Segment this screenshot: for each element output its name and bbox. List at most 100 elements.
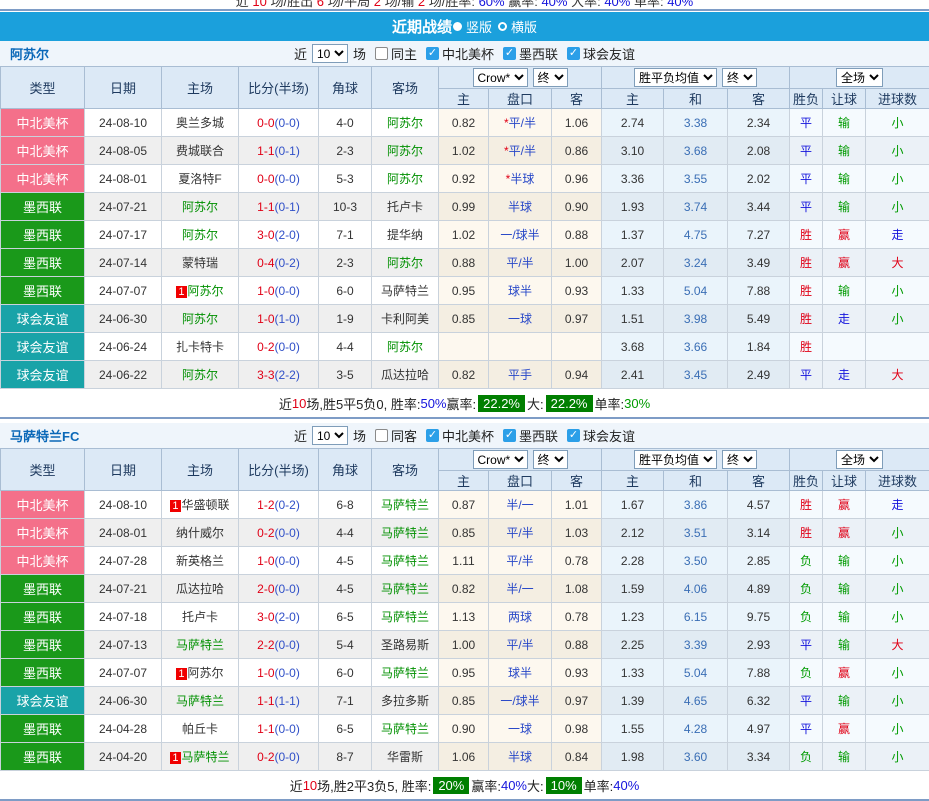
scope-group-header: 全场 [790,449,929,471]
cell-result: 平 [790,687,823,715]
league-checkbox-label[interactable]: 中北美杯 [442,426,494,445]
cell-corner: 2-3 [319,137,372,165]
matches-count-select[interactable]: 10 [312,426,348,445]
cell-result: 胜 [790,333,823,361]
cell-league-type: 球会友谊 [1,361,85,389]
col-header-type: 类型 [1,67,85,109]
cell-date: 24-08-05 [85,137,162,165]
cell-goals: 小 [866,165,929,193]
cell-league-type: 墨西联 [1,659,85,687]
handicap-text: 平/半 [506,638,533,652]
odds-final-select[interactable]: 终 [533,68,568,87]
stats-text-part: 20% [433,777,469,794]
cell-away-team: 马萨特兰 [372,603,439,631]
cell-handicap: *平/半 [489,109,552,137]
cell-away-team: 阿苏尔 [372,249,439,277]
cell-odds-home: 1.13 [439,603,489,631]
horizontal-layout-label[interactable]: 横版 [511,17,537,36]
horizontal-layout-radio[interactable] [498,22,507,31]
avg-final-select[interactable]: 终 [722,450,757,469]
vertical-layout-radio[interactable] [453,22,462,31]
league-checkbox-label[interactable]: 球会友谊 [583,44,635,63]
league-checkbox-label[interactable]: 中北美杯 [442,44,494,63]
league-checkbox-label[interactable]: 墨西联 [519,426,558,445]
cell-handicap: *半球 [489,165,552,193]
same-venue-checkbox[interactable] [375,47,388,60]
match-row: 墨西联24-04-28帕丘卡1-1(0-0)6-5马萨特兰0.90一球0.981… [1,715,929,743]
cell-goals: 小 [866,109,929,137]
cell-odds-home: 0.82 [439,361,489,389]
league-checkbox-label[interactable]: 墨西联 [519,44,558,63]
team-link: 纳什威尔 [176,526,224,540]
cell-avg-draw: 4.28 [664,715,728,743]
match-row: 球会友谊24-06-30马萨特兰1-1(1-1)7-1多拉多斯0.85一/球半0… [1,687,929,715]
match-row: 墨西联24-07-071阿苏尔1-0(0-0)6-0马萨特兰0.95球半0.93… [1,277,929,305]
col-header-score: 比分(半场) [239,67,319,109]
cell-score: 0-2(0-0) [239,519,319,547]
league-checkbox[interactable]: ✓ [567,429,580,442]
league-checkbox[interactable]: ✓ [426,429,439,442]
cell-score: 0-0(0-0) [239,109,319,137]
cell-corner: 4-4 [319,333,372,361]
handicap-text: 平手 [508,368,532,382]
fulltime-score: 1-2 [257,498,274,512]
cell-handicap-result: 输 [823,109,866,137]
team-link: 马萨特兰 [381,610,429,624]
cell-date: 24-04-20 [85,743,162,771]
scope-select[interactable]: 全场 [836,450,883,469]
match-row: 中北美杯24-08-10奥兰多城0-0(0-0)4-0阿苏尔0.82*平/半1.… [1,109,929,137]
odds-company-select[interactable]: Crow* [473,68,528,87]
team-link: 奥兰多城 [176,116,224,130]
cell-handicap: *平/半 [489,137,552,165]
vertical-layout-label[interactable]: 竖版 [466,17,492,36]
same-venue-label[interactable]: 同客 [391,426,417,445]
cell-home-team: 1华盛顿联 [162,491,239,519]
scope-select[interactable]: 全场 [836,68,883,87]
avg-type-select[interactable]: 胜平负均值 [634,68,717,87]
handicap-text: 平/半 [506,526,533,540]
cell-avg-away: 1.84 [728,333,790,361]
league-checkbox-label[interactable]: 球会友谊 [583,426,635,445]
cell-date: 24-06-24 [85,333,162,361]
cell-league-type: 墨西联 [1,277,85,305]
stats-text-part: 场/输 [381,0,418,9]
fulltime-score: 1-1 [257,144,274,158]
cell-avg-draw: 3.24 [664,249,728,277]
team-link: 马萨特兰 [381,666,429,680]
team-link: 新英格兰 [176,554,224,568]
cell-date: 24-06-30 [85,305,162,333]
cell-avg-home: 1.37 [602,221,664,249]
fulltime-score: 1-0 [257,554,274,568]
cell-odds-home: 0.92 [439,165,489,193]
col-header-away: 客场 [372,67,439,109]
col-header-type: 类型 [1,449,85,491]
matches-count-select[interactable]: 10 [312,44,348,63]
fulltime-score: 3-0 [257,610,274,624]
cell-handicap: 一球 [489,305,552,333]
cell-odds-home: 1.02 [439,137,489,165]
cell-avg-draw: 5.04 [664,659,728,687]
cell-handicap: 球半 [489,659,552,687]
cell-avg-away: 7.88 [728,659,790,687]
odds-final-select[interactable]: 终 [533,450,568,469]
league-checkbox[interactable]: ✓ [567,47,580,60]
match-row: 墨西联24-07-13马萨特兰2-2(0-0)5-4圣路易斯1.00平/半0.8… [1,631,929,659]
cell-score: 1-2(0-2) [239,491,319,519]
avg-type-select[interactable]: 胜平负均值 [634,450,717,469]
same-venue-checkbox[interactable] [375,429,388,442]
cell-odds-away: 0.78 [552,603,602,631]
league-checkbox[interactable]: ✓ [503,47,516,60]
match-row: 墨西联24-07-14蒙特瑞0-4(0-2)2-3阿苏尔0.88平/半1.002… [1,249,929,277]
avg-final-select[interactable]: 终 [722,68,757,87]
same-venue-label[interactable]: 同主 [391,44,417,63]
cell-odds-away: 1.06 [552,109,602,137]
cell-away-team: 阿苏尔 [372,109,439,137]
stats-text-part: 60% [479,0,505,9]
cell-odds-away: 0.84 [552,743,602,771]
odds-company-select[interactable]: Crow* [473,450,528,469]
handicap-text: 半球 [508,200,532,214]
cell-away-team: 提华纳 [372,221,439,249]
league-checkbox[interactable]: ✓ [426,47,439,60]
league-checkbox[interactable]: ✓ [503,429,516,442]
col-header-handicap-result: 让球 [823,89,866,109]
